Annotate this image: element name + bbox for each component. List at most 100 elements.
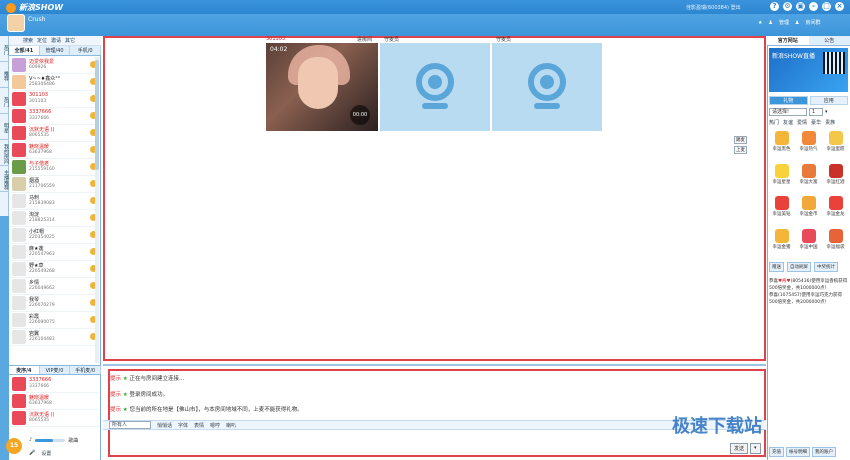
tab-official-site[interactable]: 官方网站 bbox=[767, 36, 809, 45]
list-item[interactable]: 麻★莲 220547963 bbox=[11, 244, 99, 261]
tab-gifts[interactable]: 礼物 bbox=[769, 96, 808, 105]
list-item[interactable]: 岩翼 226104483 bbox=[11, 329, 99, 346]
list-item[interactable]: 301103 301103 bbox=[11, 91, 99, 108]
gift-item[interactable]: 幸运蛋糕 bbox=[823, 131, 848, 162]
gift-item[interactable]: 幸运红酒 bbox=[823, 163, 848, 195]
video-slot-2[interactable] bbox=[380, 43, 490, 131]
vtab-6[interactable]: 主播推荐 bbox=[0, 166, 9, 192]
list-item[interactable]: 乡情 226049662 bbox=[11, 278, 99, 295]
gift-cat[interactable]: 贵族 bbox=[825, 119, 835, 127]
settings-icon[interactable]: ⚙ bbox=[783, 2, 792, 11]
mic-icon[interactable]: 🎤 bbox=[29, 450, 35, 456]
chat-target-select[interactable]: 所有人 bbox=[109, 421, 151, 429]
horn-button[interactable]: 喇叭 bbox=[226, 422, 236, 429]
user-icon[interactable]: ♟ bbox=[768, 20, 772, 26]
list-item[interactable]: 3337666 3337666 bbox=[11, 108, 99, 125]
gift-cat[interactable]: 豪华 bbox=[811, 119, 821, 127]
skin-icon[interactable]: ▣ bbox=[796, 2, 805, 11]
gift-qty-input[interactable]: 1 bbox=[809, 108, 823, 116]
list-item[interactable]: 沉默无语 () 8065535 bbox=[11, 125, 99, 142]
tab-announcement[interactable]: 公告 bbox=[809, 36, 850, 45]
minimize-icon[interactable]: – bbox=[809, 2, 818, 11]
list-item[interactable]: 小红帽 220354025 bbox=[11, 227, 99, 244]
list-item[interactable]: 与子偕老 215559160 bbox=[11, 159, 99, 176]
volume-slider[interactable] bbox=[35, 438, 66, 442]
vtab-2[interactable]: 推荐 bbox=[0, 62, 9, 88]
list-item[interactable]: V~~♦鑫众°° 258306486 bbox=[11, 74, 99, 91]
gift-cat[interactable]: 热门 bbox=[769, 119, 779, 127]
up-mic-button[interactable]: 上麦 bbox=[734, 146, 747, 154]
list-item[interactable]: 魅晓温暖 63637968 bbox=[11, 393, 99, 410]
hum-button[interactable]: 嗯哼 bbox=[210, 422, 220, 429]
tab-mobile-mic[interactable]: 手机麦/0 bbox=[70, 366, 102, 374]
gift-item[interactable]: 幸运中国 bbox=[796, 228, 821, 260]
close-icon[interactable]: × bbox=[835, 2, 844, 11]
chevron-down-icon[interactable]: ▾ bbox=[825, 109, 828, 115]
maximize-icon[interactable]: □ bbox=[822, 2, 831, 11]
tab-admin[interactable]: 管理/40 bbox=[40, 46, 71, 55]
list-item[interactable]: 沉默无语 () 8065535 bbox=[11, 410, 99, 427]
tab-mic-queue[interactable]: 麦序/4 bbox=[9, 366, 40, 374]
vtab-4[interactable]: 明星 bbox=[0, 114, 9, 140]
gift-item[interactable]: 幸运金币 bbox=[796, 196, 821, 227]
video-slot-3[interactable] bbox=[492, 43, 602, 131]
vtab-3[interactable]: 热门 bbox=[0, 88, 9, 114]
tab-mobile[interactable]: 手机/0 bbox=[70, 46, 102, 55]
link-room-group[interactable]: 房间群 bbox=[805, 19, 820, 26]
star-icon[interactable]: ★ bbox=[758, 20, 762, 26]
tab-all[interactable]: 全部/41 bbox=[9, 46, 40, 55]
gift-item[interactable]: 幸运星星 bbox=[769, 163, 794, 195]
ad-banner[interactable]: 新浪SHOW直播 bbox=[769, 48, 848, 92]
gift-cat[interactable]: 友谊 bbox=[783, 119, 793, 127]
send-gift-button[interactable]: 赠送 bbox=[769, 262, 784, 272]
gift-item[interactable]: 幸运大富 bbox=[796, 163, 821, 195]
list-item[interactable]: 我琴 226070279 bbox=[11, 295, 99, 312]
gift-item[interactable]: 幸运热气 bbox=[796, 131, 821, 162]
kick-mic-button[interactable]: 踢麦 bbox=[734, 136, 747, 144]
link-manage[interactable]: 管理 bbox=[779, 19, 789, 26]
list-item[interactable]: 魅晓温暖 63637968 bbox=[11, 142, 99, 159]
list-item[interactable]: 马刺 215839083 bbox=[11, 193, 99, 210]
scrollbar-thumb[interactable] bbox=[95, 60, 99, 170]
gift-item[interactable]: 幸运福袋 bbox=[823, 228, 848, 260]
vtab-5[interactable]: 我的房间 bbox=[0, 140, 9, 166]
toolbar-locate[interactable]: 定位 bbox=[37, 37, 47, 44]
volume-label[interactable]: 歌曲 bbox=[68, 437, 78, 444]
gift-item[interactable]: 幸运黑色 bbox=[769, 131, 794, 162]
group-icon[interactable]: ♟ bbox=[795, 20, 799, 26]
gift-recipient-select[interactable]: 请选择! bbox=[769, 108, 807, 116]
avatar[interactable] bbox=[7, 14, 25, 32]
speaker-icon[interactable]: ♪ bbox=[29, 437, 32, 443]
auto-refresh-button[interactable]: 自动刷屏 bbox=[787, 262, 811, 272]
account-info[interactable]: 佳影盈瑞(600384) 登出 bbox=[686, 4, 741, 11]
help-icon[interactable]: ? bbox=[770, 2, 779, 11]
font-button[interactable]: 字体 bbox=[178, 422, 188, 429]
list-item[interactable]: 淘淀 218825314 bbox=[11, 210, 99, 227]
list-item[interactable]: 野★草 220549268 bbox=[11, 261, 99, 278]
gift-cat[interactable]: 爱情 bbox=[797, 119, 807, 127]
my-account-button[interactable]: 我的账户 bbox=[812, 447, 836, 457]
list-item[interactable]: 迈爱依我爱 609926 bbox=[11, 57, 99, 74]
whisper-checkbox[interactable]: 悄悄话 bbox=[157, 422, 172, 429]
toolbar-search[interactable]: 搜索 bbox=[23, 37, 33, 44]
win-stats-button[interactable]: 中奖统计 bbox=[814, 262, 838, 272]
list-item[interactable]: 烟酒 211706559 bbox=[11, 176, 99, 193]
toolbar-other[interactable]: 其它 bbox=[65, 37, 75, 44]
vtab-1[interactable]: 热门 bbox=[0, 36, 9, 62]
list-item[interactable]: 3337666 3337666 bbox=[11, 376, 99, 393]
gift-item[interactable]: 幸运美钻 bbox=[769, 196, 794, 227]
tab-vip-mic[interactable]: VIP麦/0 bbox=[40, 366, 71, 374]
send-button[interactable]: 发送 bbox=[730, 443, 749, 454]
emoji-button[interactable]: 表情 bbox=[194, 422, 204, 429]
tab-apps[interactable]: 应用 bbox=[809, 96, 848, 105]
list-item[interactable]: 彩霞 226090075 bbox=[11, 312, 99, 329]
video-slot-1[interactable]: 04:02 00:00 bbox=[266, 43, 378, 131]
settings-link[interactable]: 设置 bbox=[41, 450, 51, 457]
gift-item[interactable]: 幸运金龙 bbox=[823, 196, 848, 227]
account-detail-button[interactable]: 帐号明细 bbox=[786, 447, 810, 457]
recharge-button[interactable]: 充值 bbox=[769, 447, 784, 457]
toolbar-invite[interactable]: 邀请 bbox=[51, 37, 61, 44]
gift-item[interactable]: 幸运金猪 bbox=[769, 228, 794, 260]
send-options-button[interactable]: ▾ bbox=[750, 443, 761, 454]
slot1-mode[interactable]: 进房间 bbox=[357, 36, 372, 43]
